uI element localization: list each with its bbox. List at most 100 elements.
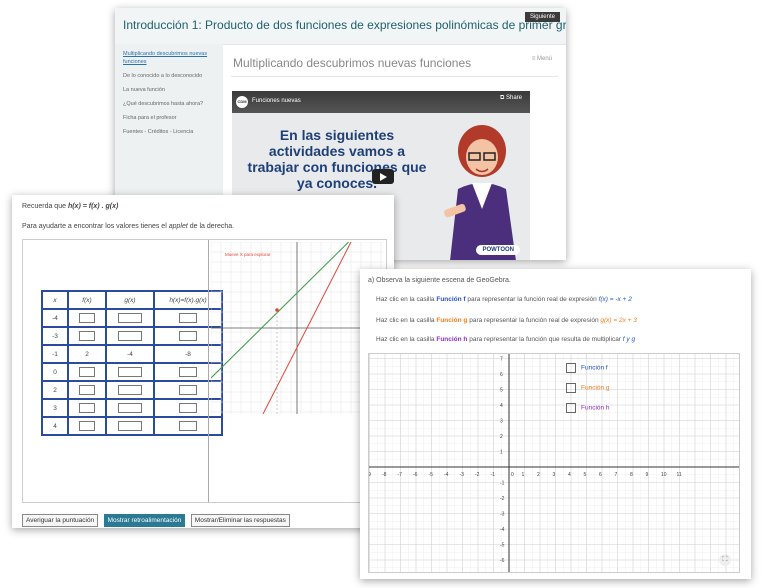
table-row: -4 xyxy=(41,308,223,328)
x-value: 0 xyxy=(41,362,69,382)
col-fx: f(x) xyxy=(67,290,107,310)
col-gx: g(x) xyxy=(105,290,155,310)
fullscreen-icon[interactable]: ⛶ xyxy=(719,554,731,566)
sidebar-item-conocido[interactable]: De lo conocido a lo desconocido xyxy=(115,72,223,80)
answer-input[interactable] xyxy=(105,326,155,346)
y-tick-label: 4 xyxy=(500,403,503,409)
table-row: 0 xyxy=(41,362,223,382)
answer-input[interactable] xyxy=(67,398,107,418)
y-tick-label: -5 xyxy=(500,543,505,549)
intro-text: a) Observa la siguiente escena de GeoGeb… xyxy=(368,277,511,284)
x-tick-label: -4 xyxy=(444,472,449,478)
checkbox-funcion-g[interactable]: Función g xyxy=(566,383,610,393)
answer-input[interactable] xyxy=(67,362,107,382)
x-tick-label: 9 xyxy=(646,472,649,478)
table-row: -1 2 -4 -8 xyxy=(41,344,223,364)
x-tick-label: 10 xyxy=(661,472,667,478)
x-tick-label: 5 xyxy=(584,472,587,478)
x-tick-label: -1 xyxy=(491,472,496,478)
col-x: x xyxy=(41,290,69,310)
powtoon-logo: POWTOON xyxy=(476,245,520,255)
y-tick-label: 3 xyxy=(500,419,503,425)
y-tick-label: -3 xyxy=(500,512,505,518)
graph-hint: Mueve X para explorar xyxy=(225,252,271,257)
video-title[interactable]: Funciones nuevas xyxy=(252,98,301,104)
x-tick-label: 2 xyxy=(537,472,540,478)
sidebar-item-ficha[interactable]: Ficha para el profesor xyxy=(115,114,223,122)
check-score-button[interactable]: Averiguar la puntuación xyxy=(22,514,99,527)
checkbox-funcion-f[interactable]: Función f xyxy=(566,363,608,373)
applet-graph[interactable]: Mueve X para explorar xyxy=(211,242,383,414)
answer-input[interactable] xyxy=(105,398,155,418)
next-button[interactable]: Siguiente xyxy=(524,12,560,22)
x-tick-label: 6 xyxy=(599,472,602,478)
answer-input[interactable] xyxy=(105,362,155,382)
cell-value: -4 xyxy=(105,344,155,364)
x-tick-label: -6 xyxy=(413,472,418,478)
reminder-text: Recuerda que h(x) = f(x) . g(x) xyxy=(22,203,119,210)
geogebra-grid[interactable]: -9 -8 -7 -6 -5 -4 -3 -2 -1 1 2 3 4 5 6 7 8 9 10 11 7 6 5 4 3 2 1 -1… xyxy=(369,354,739,572)
x-tick-label: 3 xyxy=(553,472,556,478)
answer-input[interactable] xyxy=(67,416,107,436)
answer-input[interactable] xyxy=(67,326,107,346)
answer-input[interactable] xyxy=(105,380,155,400)
y-tick-label: -1 xyxy=(500,481,505,487)
sidebar-item-nueva-funcion[interactable]: La nueva función xyxy=(115,86,223,94)
x-tick-label: 8 xyxy=(630,472,633,478)
answer-input[interactable] xyxy=(67,380,107,400)
values-table: x f(x) g(x) h(x)=f(x).g(x) -4 -3 -1 2 -4 -8 0 2… xyxy=(41,290,223,436)
checkbox-funcion-h[interactable]: Función h xyxy=(566,403,610,413)
applet-area: x f(x) g(x) h(x)=f(x).g(x) -4 -3 -1 2 -4 -8 0 2… xyxy=(22,239,387,503)
formula: h(x) = f(x) . g(x) xyxy=(67,203,119,210)
show-answers-button[interactable]: Mostrar/Eliminar las respuestas xyxy=(190,514,290,527)
video-caption: En las siguientes actividades vamos a tr… xyxy=(247,127,427,191)
sidebar-item-descubrimos[interactable]: ¿Qué descubrimos hasta ahora? xyxy=(115,100,223,108)
y-tick-label: -4 xyxy=(500,527,505,533)
help-text: Para ayudarte a encontrar los valores ti… xyxy=(22,223,235,230)
y-tick-label: 5 xyxy=(500,388,503,394)
divider xyxy=(231,76,558,77)
x-value: -1 xyxy=(41,344,69,364)
teacher-illustration xyxy=(444,125,516,260)
y-tick-label: 2 xyxy=(500,434,503,440)
answer-input[interactable] xyxy=(153,416,223,436)
x-value: 3 xyxy=(41,398,69,418)
sidebar-item-multiplicando[interactable]: Multiplicando descubrimos nuevas funcion… xyxy=(115,50,223,66)
x-value: 4 xyxy=(41,416,69,436)
instruction-h: Haz clic en la casilla Función h para re… xyxy=(376,336,636,343)
x-tick-label: 1 xyxy=(522,472,525,478)
x-tick-label: -9 xyxy=(369,472,371,478)
table-row: 3 xyxy=(41,398,223,418)
x-value: 2 xyxy=(41,380,69,400)
x-tick-label: -7 xyxy=(398,472,403,478)
y-tick-label: -2 xyxy=(500,496,505,502)
y-tick-label: 1 xyxy=(500,450,503,456)
header: Introducción 1: Producto de dos funcione… xyxy=(115,8,566,45)
x-tick-label: 4 xyxy=(568,472,571,478)
answer-input[interactable] xyxy=(105,308,155,328)
instruction-f: Haz clic en la casilla Función f para re… xyxy=(376,296,632,303)
play-button[interactable] xyxy=(372,169,394,184)
geogebra-window: a) Observa la siguiente escena de GeoGeb… xyxy=(360,269,751,579)
show-feedback-button[interactable]: Mostrar retroalimentación xyxy=(103,514,186,527)
geogebra-applet[interactable]: -9 -8 -7 -6 -5 -4 -3 -2 -1 1 2 3 4 5 6 7 8 9 10 11 7 6 5 4 3 2 1 -1… xyxy=(368,353,740,573)
instruction-g: Haz clic en la casilla Función g para re… xyxy=(376,317,637,324)
button-bar: Averiguar la puntuación Mostrar retroali… xyxy=(22,509,291,527)
answer-input[interactable] xyxy=(67,308,107,328)
share-button[interactable]: ⧉ Share xyxy=(500,95,522,102)
page-title: Introducción 1: Producto de dos funcione… xyxy=(123,18,566,32)
svg-text:0: 0 xyxy=(511,472,514,478)
menu-button[interactable]: ≡ Menú xyxy=(532,56,552,62)
applet-window: Recuerda que h(x) = f(x) . g(x) Para ayu… xyxy=(12,195,394,528)
answer-input[interactable] xyxy=(105,416,155,436)
table-row: -3 xyxy=(41,326,223,346)
table-row: 2 xyxy=(41,380,223,400)
table-row: 4 xyxy=(41,416,223,436)
cell-value: 2 xyxy=(67,344,107,364)
y-tick-label: 7 xyxy=(500,357,503,363)
x-tick-label: 7 xyxy=(615,472,618,478)
x-tick-label: -3 xyxy=(460,472,465,478)
sidebar-item-fuentes[interactable]: Fuentes - Créditos - Licencia xyxy=(115,128,223,136)
x-tick-label: 11 xyxy=(677,472,682,478)
channel-logo: CDM xyxy=(236,96,248,108)
